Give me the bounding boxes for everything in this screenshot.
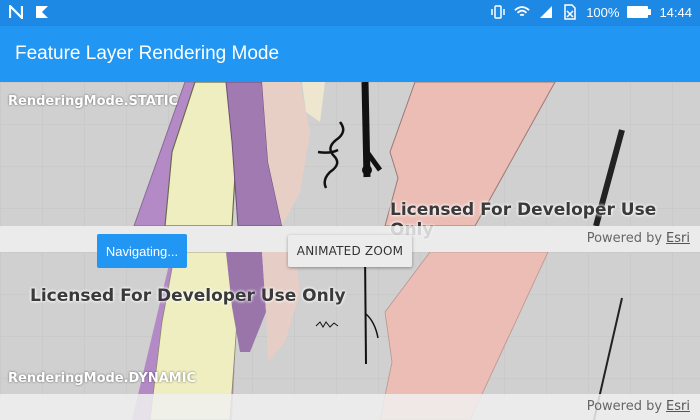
- static-attribution: Powered by Esri: [587, 231, 690, 246]
- static-rendering-label: RenderingMode.STATIC: [8, 94, 179, 109]
- esri-link[interactable]: Esri: [666, 231, 690, 246]
- animated-zoom-button[interactable]: ANIMATED ZOOM: [288, 235, 412, 267]
- battery-icon: [627, 4, 652, 20]
- black-line-feature: [364, 252, 367, 365]
- esri-link[interactable]: Esri: [666, 399, 690, 414]
- vibrate-icon: [490, 4, 506, 20]
- powered-by-text: Powered by: [586, 399, 663, 414]
- signal-icon: [538, 4, 554, 20]
- black-line-feature: [361, 82, 371, 178]
- dynamic-attribution: Powered by Esri: [587, 399, 690, 414]
- page-title: Feature Layer Rendering Mode: [15, 43, 280, 64]
- notification-n-icon: [8, 4, 24, 20]
- dynamic-rendering-label: RenderingMode.DYNAMIC: [8, 371, 197, 386]
- app-bar: Feature Layer Rendering Mode: [0, 26, 700, 82]
- battery-percent: 100%: [586, 4, 620, 20]
- wifi-icon: [514, 4, 530, 20]
- dynamic-license-watermark: Licensed For Developer Use Only: [30, 286, 346, 306]
- notification-arrow-icon: [34, 4, 50, 20]
- clock-time: 14:44: [659, 4, 692, 20]
- navigating-button[interactable]: Navigating...: [97, 234, 187, 268]
- no-sim-icon: [562, 4, 578, 20]
- powered-by-text: Powered by: [586, 231, 663, 246]
- dynamic-attribution-bar: Powered by Esri: [0, 394, 700, 420]
- status-bar: 100% 14:44: [0, 0, 700, 26]
